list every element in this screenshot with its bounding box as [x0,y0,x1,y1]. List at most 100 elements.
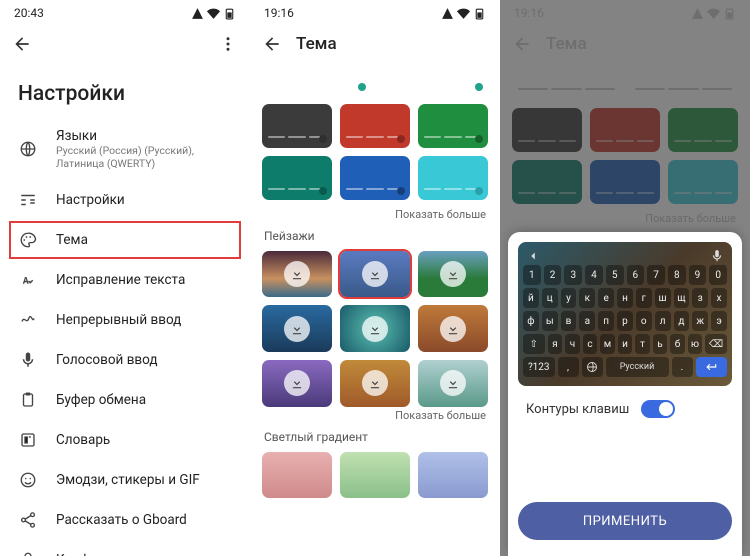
key[interactable]: д [674,311,690,331]
landscape-theme[interactable] [418,360,488,407]
key[interactable]: 0 [709,265,727,285]
landscape-theme[interactable] [340,305,410,352]
key[interactable]: ч [565,334,580,354]
key[interactable]: э [711,311,727,331]
mic-icon [18,350,38,370]
status-icons [441,7,486,20]
space-key[interactable]: Русский [606,357,669,377]
landscape-theme[interactable] [262,360,332,407]
key[interactable]: з [692,288,708,308]
settings-item-mic[interactable]: Голосовой ввод [0,340,250,380]
key[interactable]: ж [692,311,708,331]
shift-key[interactable]: ⇧ [523,334,545,354]
landscape-theme[interactable] [262,305,332,352]
key[interactable]: ь [653,334,668,354]
key[interactable]: с [583,334,598,354]
download-icon [440,261,466,287]
key[interactable]: 7 [647,265,665,285]
period-key[interactable]: . [672,357,693,377]
key[interactable]: й [523,288,539,308]
apply-button[interactable]: ПРИМЕНИТЬ [518,502,732,540]
key[interactable]: 8 [668,265,686,285]
key[interactable]: н [617,288,633,308]
settings-item-book[interactable]: Словарь [0,420,250,460]
settings-item-smile[interactable]: Эмодзи, стикеры и GIF [0,460,250,500]
item-label: Голосовой ввод [56,352,232,368]
key[interactable]: а [579,311,595,331]
key[interactable]: ц [542,288,558,308]
appbar-title: Тема [296,34,337,54]
key[interactable]: 4 [585,265,603,285]
settings-item-palette[interactable]: Тема [8,220,242,260]
settings-item-gesture[interactable]: Непрерывный ввод [0,300,250,340]
color-theme-swatch[interactable] [340,156,410,200]
key[interactable]: л [655,311,671,331]
key[interactable]: щ [674,288,690,308]
back-icon[interactable] [260,32,284,56]
settings-item-share[interactable]: Рассказать о Gboard [0,500,250,540]
settings-item-clip[interactable]: Буфер обмена [0,380,250,420]
gradient-theme[interactable] [418,452,488,499]
key[interactable]: 1 [523,265,541,285]
settings-item-spell[interactable]: Исправление текста [0,260,250,300]
landscape-theme[interactable] [340,360,410,407]
show-more-landscapes[interactable]: Показать больше [264,409,486,422]
overflow-icon[interactable] [216,32,240,56]
show-more-colors[interactable]: Показать больше [264,208,486,221]
key[interactable]: р [617,311,633,331]
landscape-theme[interactable] [340,251,410,298]
color-theme-swatch[interactable] [379,62,488,96]
key[interactable]: и [618,334,633,354]
color-theme-swatch[interactable] [262,156,332,200]
key[interactable]: к [579,288,595,308]
landscape-theme[interactable] [262,251,332,298]
key[interactable]: 2 [544,265,562,285]
item-label: Конфиденциальность [56,552,232,556]
theme-panel: 19:16 Тема Показать больше Пейзажи Показ… [250,0,500,556]
key[interactable]: ф [523,311,539,331]
color-theme-swatch[interactable] [418,156,488,200]
theme-preview-sheet: 1234567890 йцукенгшщзх фывапролджэ ⇧ячсм… [508,232,742,556]
comma-key[interactable]: , [558,357,579,377]
backspace-key[interactable]: ⌫ [705,334,727,354]
color-theme-swatch[interactable] [262,104,332,148]
back-icon[interactable] [10,32,34,56]
key[interactable]: в [561,311,577,331]
key[interactable]: г [636,288,652,308]
symbols-key[interactable]: ?123 [523,357,555,377]
key[interactable]: о [636,311,652,331]
theme-scroll[interactable]: Показать больше Пейзажи Показать больше … [250,62,500,556]
key[interactable]: ш [655,288,671,308]
color-theme-swatch[interactable] [418,104,488,148]
gradient-theme[interactable] [262,452,332,499]
key[interactable]: п [598,311,614,331]
settings-item-tune[interactable]: Настройки [0,180,250,220]
color-theme-swatch[interactable] [340,104,410,148]
key[interactable]: т [635,334,650,354]
key[interactable]: б [670,334,685,354]
enter-key[interactable] [696,357,728,377]
key[interactable]: ю [688,334,703,354]
book-icon [18,430,38,450]
key[interactable]: м [600,334,615,354]
smile-icon [18,470,38,490]
key[interactable]: я [548,334,563,354]
outline-toggle[interactable] [641,400,675,418]
key[interactable]: х [711,288,727,308]
gradient-theme[interactable] [340,452,410,499]
key[interactable]: 6 [627,265,645,285]
globe-key[interactable] [582,357,603,377]
settings-item-globe[interactable]: ЯзыкиРусский (Россия) (Русский), Латиниц… [0,118,250,180]
settings-item-lock[interactable]: Конфиденциальность [0,540,250,556]
key[interactable]: е [598,288,614,308]
status-icons [191,7,236,20]
key[interactable]: 5 [606,265,624,285]
item-label: Непрерывный ввод [56,312,232,328]
key[interactable]: 3 [564,265,582,285]
key[interactable]: ы [542,311,558,331]
key[interactable]: у [561,288,577,308]
color-theme-swatch[interactable] [262,62,371,96]
key[interactable]: 9 [689,265,707,285]
landscape-theme[interactable] [418,305,488,352]
landscape-theme[interactable] [418,251,488,298]
